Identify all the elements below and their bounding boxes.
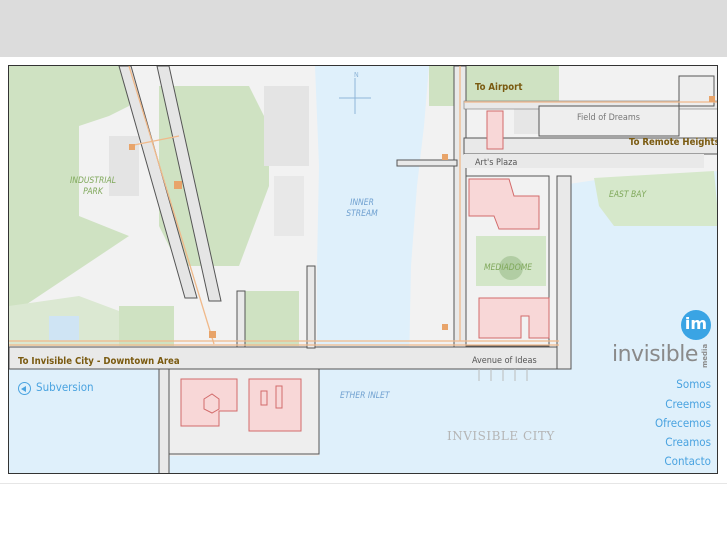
back-arrow-icon[interactable] <box>18 382 31 395</box>
avenue-of-ideas-label: Avenue of Ideas <box>472 356 537 366</box>
east-bay-label: EAST BAY <box>609 190 647 200</box>
industrial-park-line2: PARK <box>83 187 103 197</box>
invisible-city-label: INVISIBLE CITY <box>447 429 555 443</box>
nav-creamos[interactable]: Creamos <box>649 435 711 449</box>
logo-wordmark[interactable]: invisible <box>612 342 698 367</box>
logo-media-text: media <box>701 343 709 368</box>
industrial-park-label: INDUSTRIAL PARK <box>63 176 123 198</box>
arts-plaza-label[interactable]: Art's Plaza <box>475 158 517 168</box>
to-downtown-link[interactable]: To Invisible City - Downtown Area <box>18 356 180 367</box>
to-remote-heights-link[interactable]: To Remote Heights <box>629 137 717 148</box>
nav-ofrecemos[interactable]: Ofrecemos <box>639 416 711 430</box>
inner-stream-line1: INNER <box>350 198 374 208</box>
compass-north-label: N <box>354 71 359 79</box>
inner-stream-label: INNER STREAM <box>339 198 385 220</box>
map-canvas <box>9 66 717 473</box>
logo-mark[interactable]: im <box>681 310 711 340</box>
mediadome-label[interactable]: MEDIADOME <box>484 263 532 274</box>
industrial-park-line1: INDUSTRIAL <box>69 176 117 186</box>
field-of-dreams-label: Field of Dreams <box>577 113 640 123</box>
nav-creemos[interactable]: Creemos <box>649 397 711 411</box>
building-avenue <box>478 297 550 339</box>
bottom-divider <box>0 483 727 484</box>
nav-contacto[interactable]: Contacto <box>649 454 711 468</box>
inner-stream-line2: STREAM <box>346 209 378 219</box>
ether-inlet-label: ETHER INLET <box>340 391 390 401</box>
building-lower-right <box>248 378 302 432</box>
city-map[interactable]: To Airport Field of Dreams To Remote Hei… <box>8 65 718 474</box>
top-banner <box>0 0 727 57</box>
to-airport-link[interactable]: To Airport <box>475 82 522 93</box>
nav-somos[interactable]: Somos <box>649 377 711 391</box>
subversion-link[interactable]: Subversion <box>36 380 94 394</box>
